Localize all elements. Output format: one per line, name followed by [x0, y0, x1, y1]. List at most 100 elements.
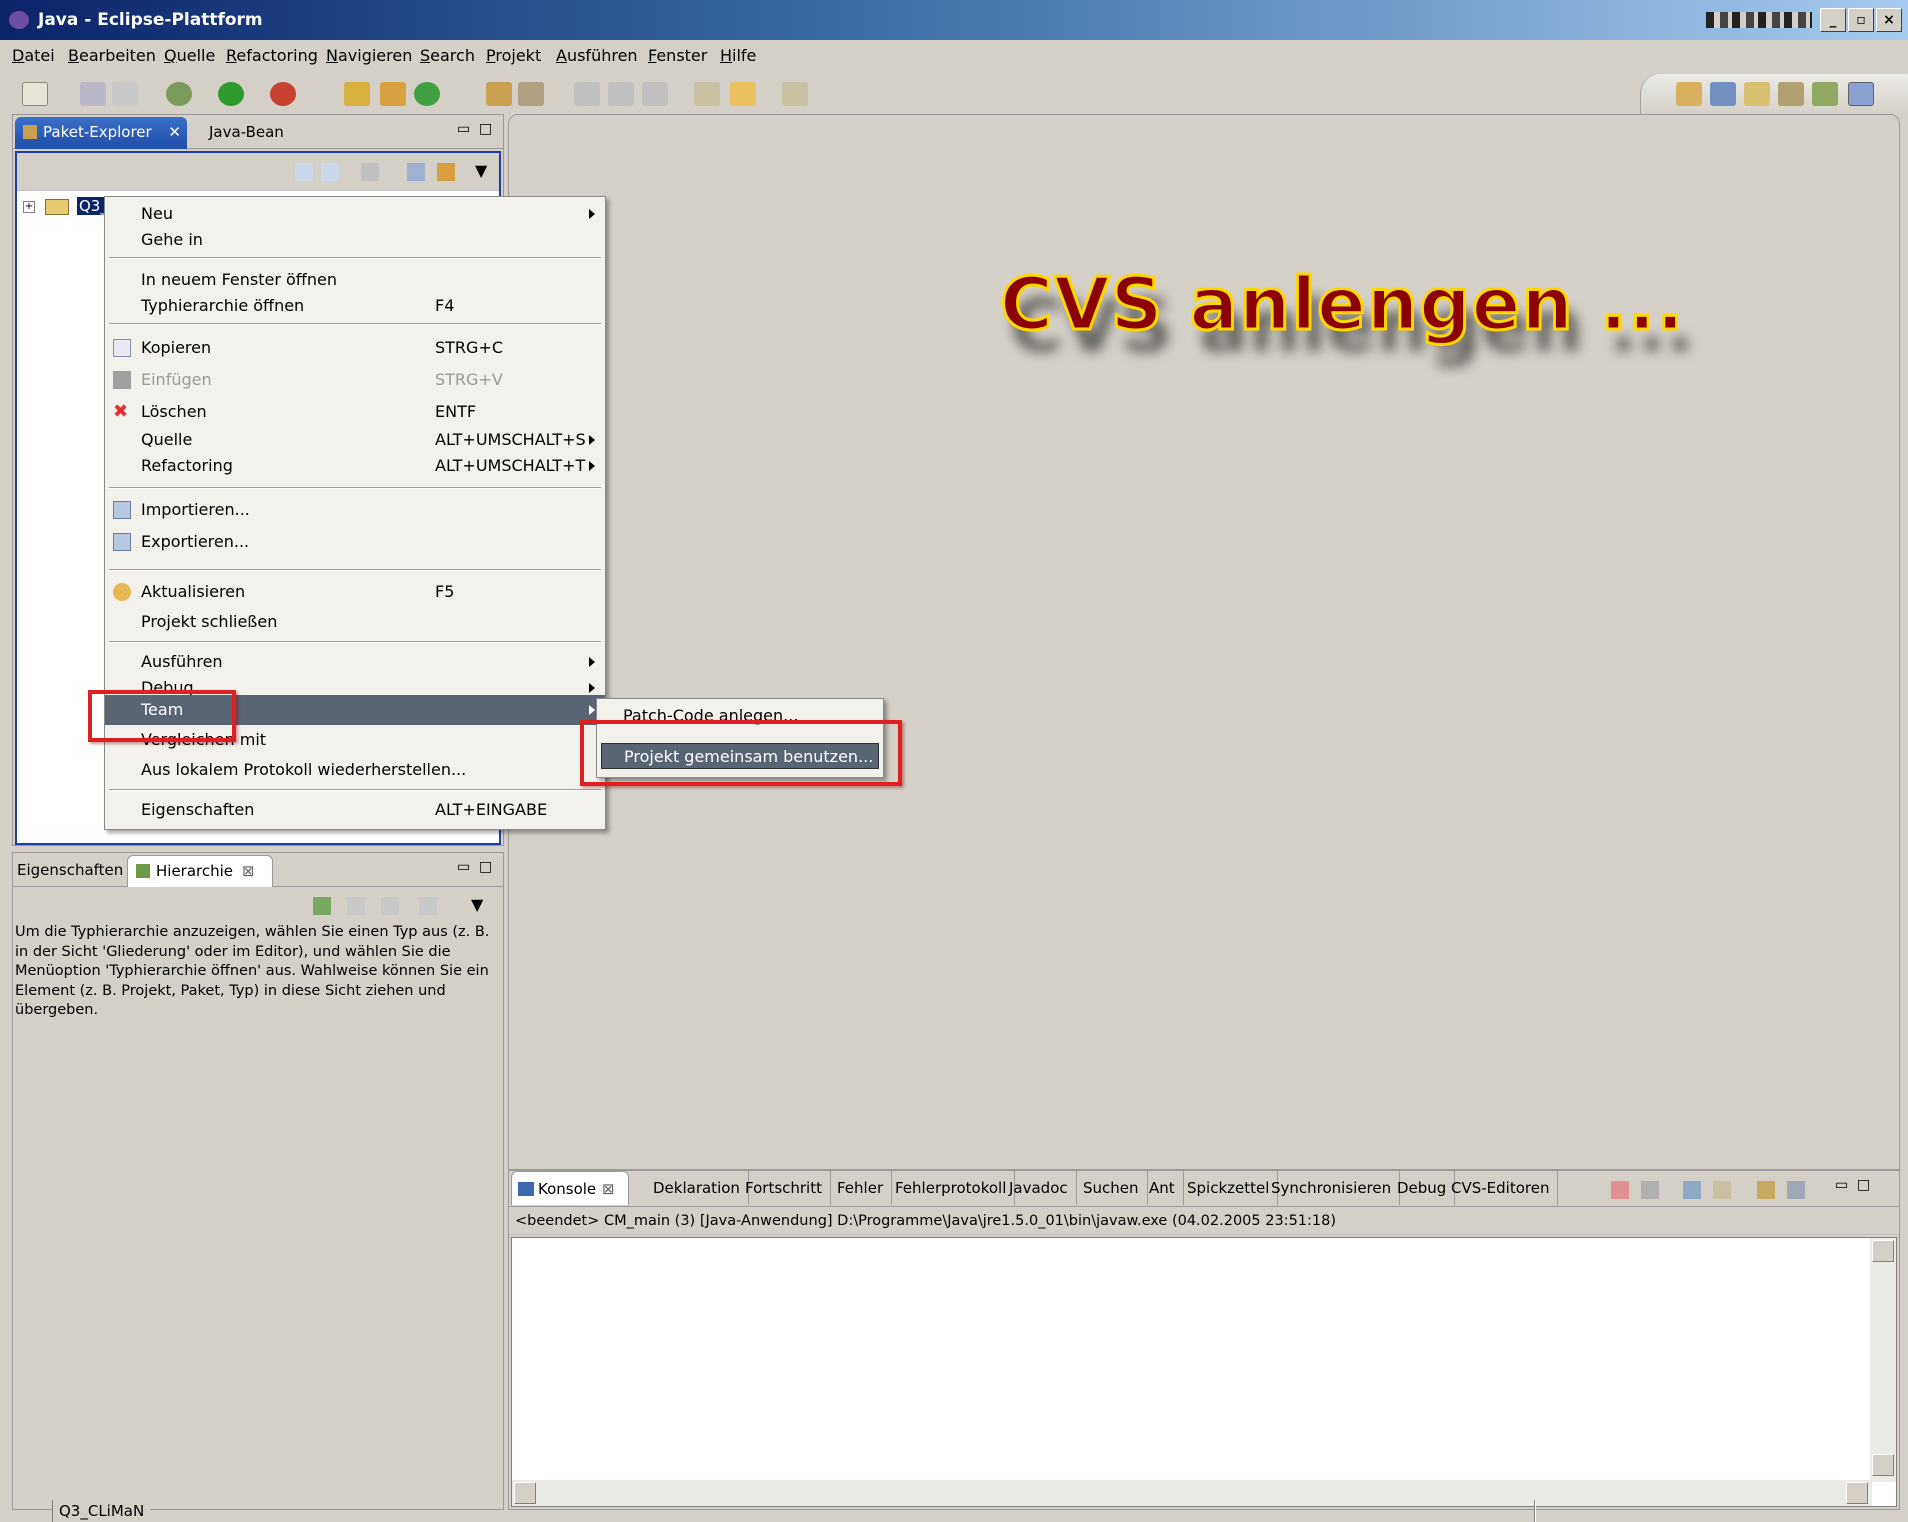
menu-item-projekt-schliessen[interactable]: Projekt schließen	[105, 609, 605, 635]
minimize-view-icon[interactable]: ▭	[1835, 1177, 1848, 1193]
tab-hierarchie[interactable]: Hierarchie ⊠	[127, 855, 273, 887]
close-icon[interactable]: ⊠	[242, 856, 255, 886]
tab-java-bean[interactable]: Java-Bean	[209, 117, 284, 147]
horizontal-scrollbar[interactable]	[512, 1480, 1872, 1506]
minimize-view-icon[interactable]: ▭	[457, 121, 470, 137]
up-icon[interactable]	[361, 163, 379, 181]
menu-ausfuehren[interactable]: Ausführen	[556, 40, 638, 72]
supertype-icon[interactable]	[347, 897, 365, 915]
console-output[interactable]	[511, 1237, 1897, 1507]
expand-icon[interactable]: +	[23, 201, 35, 213]
search-icon[interactable]	[518, 82, 544, 106]
menu-item-in-neuem-fenster[interactable]: In neuem Fenster öffnen	[105, 267, 605, 293]
tab-fortschritt[interactable]: Fortschritt	[737, 1171, 831, 1205]
annotation-next-icon[interactable]	[574, 82, 600, 106]
open-perspective-icon[interactable]	[1676, 82, 1702, 106]
menu-navigieren[interactable]: Navigieren	[326, 40, 412, 72]
back-icon[interactable]	[694, 82, 720, 106]
new-java-project-icon[interactable]	[344, 82, 370, 106]
tab-paket-explorer[interactable]: Paket-Explorer ✕	[15, 117, 187, 149]
scroll-up-button[interactable]	[1872, 1240, 1894, 1262]
link-editor-icon[interactable]	[437, 163, 455, 181]
menu-hilfe[interactable]: Hilfe	[720, 40, 756, 72]
back-icon[interactable]	[295, 163, 313, 181]
menu-item-ausfuehren[interactable]: Ausführen	[105, 649, 605, 675]
menu-search[interactable]: Search	[420, 40, 475, 72]
terminate-icon[interactable]	[1611, 1181, 1629, 1199]
menu-item-einfuegen[interactable]: Einfügen STRG+V	[105, 367, 605, 393]
scroll-left-button[interactable]	[514, 1482, 536, 1504]
tab-synchronisieren[interactable]: Synchronisieren	[1263, 1171, 1401, 1205]
debug-icon[interactable]	[166, 82, 192, 106]
maximize-view-icon[interactable]: □	[479, 121, 492, 137]
new-icon[interactable]	[22, 82, 48, 106]
menu-fenster[interactable]: Fenster	[648, 40, 707, 72]
clear-console-icon[interactable]	[1683, 1181, 1701, 1199]
back-arrow-icon[interactable]	[730, 82, 756, 106]
menu-item-kopieren[interactable]: Kopieren STRG+C	[105, 335, 605, 361]
maximize-view-icon[interactable]: □	[479, 859, 492, 875]
scroll-lock-icon[interactable]	[1713, 1181, 1731, 1199]
menu-item-gehe-in[interactable]: Gehe in	[105, 227, 605, 253]
minimize-view-icon[interactable]: ▭	[457, 859, 470, 875]
history-icon[interactable]	[419, 897, 437, 915]
scroll-down-button[interactable]	[1872, 1454, 1894, 1476]
view-menu-icon[interactable]: ▼	[471, 895, 483, 914]
subtype-icon[interactable]	[381, 897, 399, 915]
forward-icon[interactable]	[321, 163, 339, 181]
last-edit-icon[interactable]	[642, 82, 668, 106]
team-sync-icon[interactable]	[1710, 82, 1736, 106]
menu-item-eigenschaften[interactable]: Eigenschaften ALT+EINGABE	[105, 797, 605, 823]
close-icon[interactable]: ✕	[168, 117, 181, 147]
java-perspective-icon[interactable]	[1848, 82, 1874, 106]
menu-item-aktualisieren[interactable]: Aktualisieren F5	[105, 579, 605, 605]
external-tools-icon[interactable]	[270, 82, 296, 106]
save-icon[interactable]	[80, 82, 106, 106]
tab-cvs-editoren[interactable]: CVS-Editoren	[1443, 1171, 1559, 1205]
run-icon[interactable]	[218, 82, 244, 106]
tab-deklaration[interactable]: Deklaration	[645, 1171, 749, 1205]
menu-item-importieren[interactable]: Importieren...	[105, 497, 605, 523]
open-type-icon[interactable]	[486, 82, 512, 106]
collapse-all-icon[interactable]	[407, 163, 425, 181]
minimize-button[interactable]: _	[1820, 8, 1846, 32]
tab-fehler[interactable]: Fehler	[829, 1171, 893, 1205]
menu-bearbeiten[interactable]: Bearbeiten	[68, 40, 156, 72]
pin-console-icon[interactable]	[1757, 1181, 1775, 1199]
print-icon[interactable]	[112, 82, 138, 106]
display-console-icon[interactable]	[1787, 1181, 1805, 1199]
close-icon[interactable]: ⊠	[602, 1172, 615, 1206]
close-button[interactable]: ×	[1876, 8, 1902, 32]
menu-item-quelle[interactable]: Quelle ALT+UMSCHALT+S	[105, 427, 605, 453]
vertical-scrollbar[interactable]	[1870, 1238, 1896, 1482]
maximize-button[interactable]: ▫	[1848, 8, 1874, 32]
cvs-perspective-icon[interactable]	[1744, 82, 1770, 106]
new-package-icon[interactable]	[380, 82, 406, 106]
menu-item-typhierarchie[interactable]: Typhierarchie öffnen F4	[105, 293, 605, 319]
menu-item-loeschen[interactable]: ✖ Löschen ENTF	[105, 399, 605, 425]
tab-konsole[interactable]: Konsole ⊠	[511, 1171, 629, 1205]
menu-projekt[interactable]: Projekt	[486, 40, 541, 72]
forward-icon[interactable]	[782, 82, 808, 106]
tab-suchen[interactable]: Suchen	[1075, 1171, 1148, 1205]
debug-perspective-icon[interactable]	[1812, 82, 1838, 106]
menu-item-exportieren[interactable]: Exportieren...	[105, 529, 605, 555]
view-menu-icon[interactable]: ▼	[475, 161, 487, 180]
scroll-right-button[interactable]	[1846, 1482, 1868, 1504]
new-class-icon[interactable]	[414, 82, 440, 106]
menu-item-neu[interactable]: Neu	[105, 201, 605, 227]
menu-quelle[interactable]: Quelle	[164, 40, 215, 72]
tab-fehlerprotokoll[interactable]: Fehlerprotokoll	[887, 1171, 1016, 1205]
annotation-prev-icon[interactable]	[608, 82, 634, 106]
remove-launch-icon[interactable]	[1641, 1181, 1659, 1199]
type-hierarchy-icon[interactable]	[313, 897, 331, 915]
tab-ant[interactable]: Ant	[1141, 1171, 1184, 1205]
menu-refactoring[interactable]: Refactoring	[226, 40, 318, 72]
menu-datei[interactable]: Datei	[12, 40, 55, 72]
menu-item-lokales-protokoll[interactable]: Aus lokalem Protokoll wiederherstellen..…	[105, 757, 605, 783]
menu-item-refactoring[interactable]: Refactoring ALT+UMSCHALT+T	[105, 453, 605, 479]
tab-javadoc[interactable]: Javadoc	[1001, 1171, 1077, 1205]
resource-perspective-icon[interactable]	[1778, 82, 1804, 106]
tab-eigenschaften[interactable]: Eigenschaften	[17, 855, 123, 885]
maximize-view-icon[interactable]: □	[1857, 1177, 1870, 1193]
